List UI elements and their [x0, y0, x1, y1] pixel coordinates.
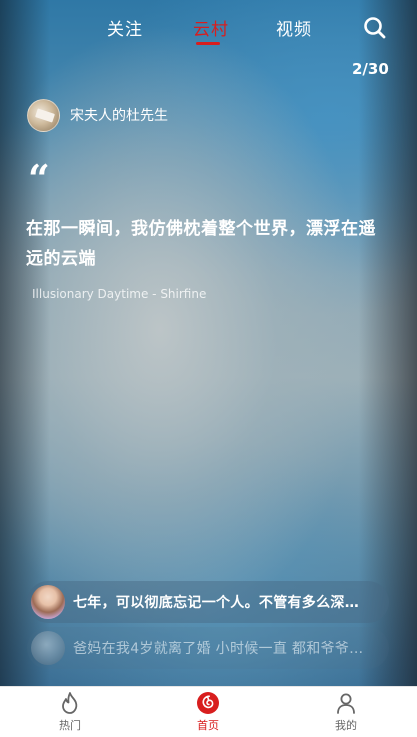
tab-home-label: 首页 [197, 719, 219, 732]
tab-home[interactable]: 首页 [173, 691, 243, 733]
page-counter: 2/30 [352, 60, 389, 78]
comment-bubble[interactable]: 七年，可以彻底忘记一个人。不管有多么深… [27, 581, 389, 623]
person-icon [311, 691, 381, 715]
comment-bubble[interactable]: 爸妈在我4岁就离了婚 小时候一直 都和爷爷… [27, 627, 389, 669]
top-nav: 关注 云村 视频 [0, 0, 417, 56]
active-tab-indicator [196, 42, 220, 45]
commenter-avatar [31, 585, 65, 619]
tab-follow[interactable]: 关注 [107, 15, 143, 40]
tab-mine[interactable]: 我的 [311, 691, 381, 733]
tab-video[interactable]: 视频 [276, 15, 312, 40]
netease-music-icon [173, 691, 243, 715]
flame-icon [35, 691, 105, 715]
bottom-tab-bar: 热门 首页 我的 [0, 686, 417, 737]
comment-text: 七年，可以彻底忘记一个人。不管有多么深… [73, 595, 359, 611]
author-name[interactable]: 宋夫人的杜先生 [70, 105, 168, 125]
cloud-village-card: 关注 云村 视频 2/30 宋夫人的杜先生 “ 在那一瞬间，我仿佛枕着整个世界，… [0, 0, 417, 686]
search-icon[interactable] [362, 15, 388, 41]
avatar[interactable] [27, 98, 60, 132]
tab-cloud-village[interactable]: 云村 [193, 15, 229, 40]
lyric-text: 在那一瞬间，我仿佛枕着整个世界，漂浮在遥远的云端 [26, 219, 376, 269]
song-link[interactable]: Illusionary Daytime - Shirfine [32, 287, 206, 301]
tab-mine-label: 我的 [335, 719, 357, 732]
comment-text: 爸妈在我4岁就离了婚 小时候一直 都和爷爷… [73, 641, 364, 657]
quote-mark-icon: “ [28, 156, 50, 201]
tab-hot[interactable]: 热门 [35, 691, 105, 733]
post-author[interactable]: 宋夫人的杜先生 [27, 98, 168, 132]
tab-hot-label: 热门 [59, 719, 81, 732]
commenter-avatar [31, 631, 65, 665]
